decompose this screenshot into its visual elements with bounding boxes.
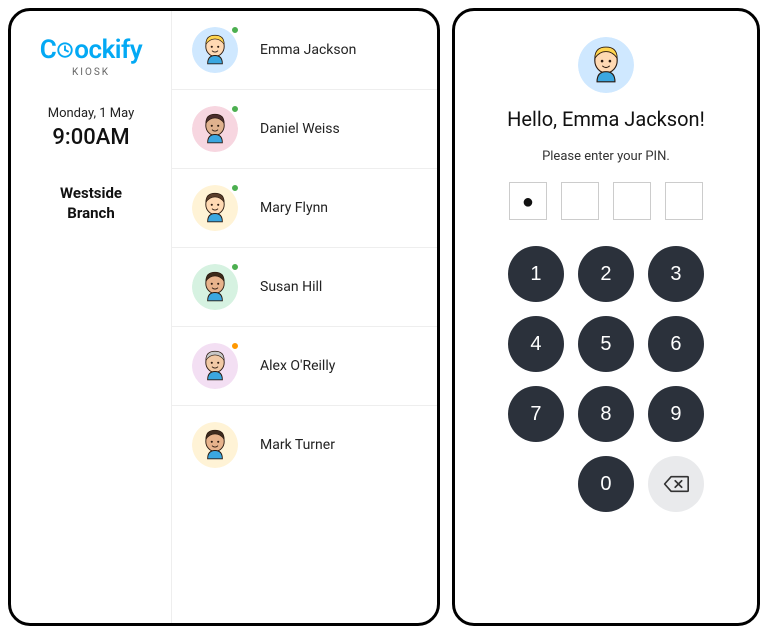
status-dot-icon xyxy=(230,104,240,114)
keypad-backspace-button[interactable] xyxy=(648,456,704,512)
user-row[interactable]: Mark Turner xyxy=(172,406,437,484)
keypad-digit-button[interactable]: 4 xyxy=(508,316,564,372)
pin-prompt: Please enter your PIN. xyxy=(542,149,670,164)
status-dot-icon xyxy=(230,183,240,193)
pin-entry-panel: Hello, Emma Jackson! Please enter your P… xyxy=(452,8,760,626)
kiosk-sidebar: Cockify KIOSK Monday, 1 May 9:00AM Wests… xyxy=(11,11,171,623)
user-list: Emma Jackson Daniel Weiss Mary Flynn Sus… xyxy=(171,11,437,623)
brand-subtitle: KIOSK xyxy=(40,67,142,78)
clock-icon xyxy=(56,36,74,54)
user-name-label: Susan Hill xyxy=(260,279,322,295)
keypad-digit-button[interactable]: 3 xyxy=(648,246,704,302)
user-name-label: Mark Turner xyxy=(260,437,335,453)
branch-name: Westside Branch xyxy=(60,184,122,223)
time-label: 9:00AM xyxy=(48,125,135,150)
backspace-icon xyxy=(663,474,689,494)
user-row[interactable]: Mary Flynn xyxy=(172,169,437,248)
avatar xyxy=(192,106,238,152)
user-row[interactable]: Alex O'Reilly xyxy=(172,327,437,406)
avatar xyxy=(192,185,238,231)
keypad-digit-button[interactable]: 9 xyxy=(648,386,704,442)
keypad-digit-button[interactable]: 0 xyxy=(578,456,634,512)
greeting-text: Hello, Emma Jackson! xyxy=(507,107,705,131)
user-name-label: Daniel Weiss xyxy=(260,121,340,137)
pin-digit-box xyxy=(561,182,599,220)
date-time-block: Monday, 1 May 9:00AM xyxy=(48,106,135,150)
avatar xyxy=(192,27,238,73)
avatar xyxy=(192,422,238,468)
user-name-label: Mary Flynn xyxy=(260,200,328,216)
keypad-digit-button[interactable]: 2 xyxy=(578,246,634,302)
keypad-digit-button[interactable]: 7 xyxy=(508,386,564,442)
kiosk-user-select-panel: Cockify KIOSK Monday, 1 May 9:00AM Wests… xyxy=(8,8,440,626)
pin-boxes: ● xyxy=(509,182,703,220)
brand-rest: ockify xyxy=(74,35,142,65)
avatar xyxy=(192,343,238,389)
pin-digit-box: ● xyxy=(509,182,547,220)
user-name-label: Alex O'Reilly xyxy=(260,358,335,374)
selected-user-avatar xyxy=(578,37,634,93)
keypad-digit-button[interactable]: 1 xyxy=(508,246,564,302)
user-row[interactable]: Susan Hill xyxy=(172,248,437,327)
greeting-prefix: Hello, xyxy=(507,107,562,131)
avatar xyxy=(192,264,238,310)
status-dot-icon xyxy=(230,341,240,351)
brand-prefix: C xyxy=(40,35,57,65)
app-logo: Cockify KIOSK xyxy=(40,35,142,78)
greeting-suffix: ! xyxy=(700,107,705,131)
user-row[interactable]: Daniel Weiss xyxy=(172,90,437,169)
keypad-spacer xyxy=(508,456,564,512)
keypad: 123 456 7890 xyxy=(508,246,704,512)
user-row[interactable]: Emma Jackson xyxy=(172,11,437,90)
keypad-digit-button[interactable]: 8 xyxy=(578,386,634,442)
date-label: Monday, 1 May xyxy=(48,106,135,121)
pin-digit-box xyxy=(665,182,703,220)
status-dot-icon xyxy=(230,25,240,35)
keypad-digit-button[interactable]: 5 xyxy=(578,316,634,372)
status-dot-icon xyxy=(230,262,240,272)
pin-digit-box xyxy=(613,182,651,220)
keypad-digit-button[interactable]: 6 xyxy=(648,316,704,372)
user-name-label: Emma Jackson xyxy=(260,42,356,58)
greeting-username: Emma Jackson xyxy=(562,107,700,131)
